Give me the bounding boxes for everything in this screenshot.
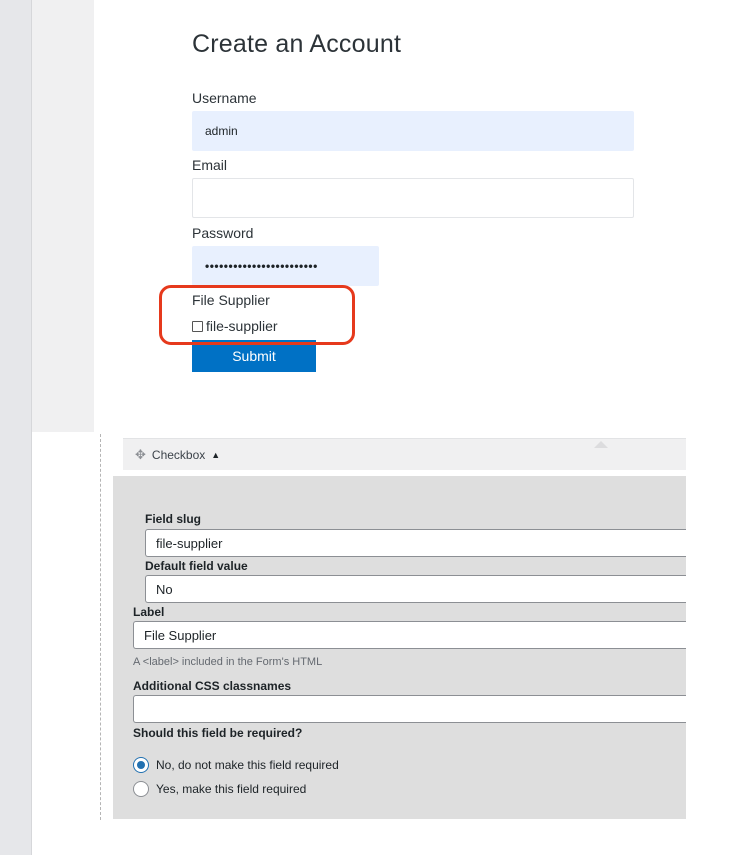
form-title: Create an Account [192, 30, 402, 58]
editor-canvas-gutter [32, 0, 94, 432]
radio-yes[interactable] [133, 781, 149, 797]
field-slug-value: file-supplier [156, 535, 223, 551]
label-help-text: A <label> included in the Form's HTML [133, 656, 323, 668]
email-input[interactable] [192, 178, 634, 218]
username-value: admin [205, 124, 238, 138]
default-value-label: Default field value [145, 559, 248, 573]
username-label: Username [192, 90, 257, 106]
label-value: File Supplier [144, 627, 217, 643]
move-handle-icon[interactable]: ✥ [135, 447, 146, 463]
email-label: Email [192, 157, 228, 173]
css-classes-label: Additional CSS classnames [133, 679, 292, 693]
default-value-input[interactable]: No [145, 575, 686, 603]
editor-left-rail [0, 0, 32, 855]
required-option-yes-label[interactable]: Yes, make this field required [156, 782, 306, 796]
required-option-no-label[interactable]: No, do not make this field required [156, 758, 339, 772]
field-slug-label: Field slug [145, 512, 202, 526]
required-option-no[interactable]: No, do not make this field required [133, 757, 339, 773]
block-outline [100, 434, 101, 820]
caret-up-icon[interactable]: ▲ [211, 450, 220, 460]
default-value-value: No [156, 581, 173, 597]
radio-no[interactable] [133, 757, 149, 773]
label-input[interactable]: File Supplier [133, 621, 686, 649]
password-input[interactable]: •••••••••••••••••••••••• [192, 246, 379, 286]
block-header[interactable]: ✥ Checkbox ▲ [123, 438, 686, 470]
toolbar-notch [594, 441, 608, 448]
password-value: •••••••••••••••••••••••• [205, 259, 318, 273]
required-option-yes[interactable]: Yes, make this field required [133, 781, 306, 797]
username-input[interactable]: admin [192, 111, 634, 151]
required-label: Should this field be required? [133, 726, 303, 740]
password-label: Password [192, 225, 254, 241]
field-slug-input[interactable]: file-supplier [145, 529, 686, 557]
label-label: Label [133, 605, 165, 619]
form-preview: Create an Account Username admin Email P… [94, 0, 736, 432]
block-settings-panel: Field slug file-supplier Default field v… [113, 476, 686, 819]
block-title: Checkbox [151, 447, 206, 462]
annotation-highlight [159, 285, 355, 345]
css-classes-input[interactable] [133, 695, 686, 723]
